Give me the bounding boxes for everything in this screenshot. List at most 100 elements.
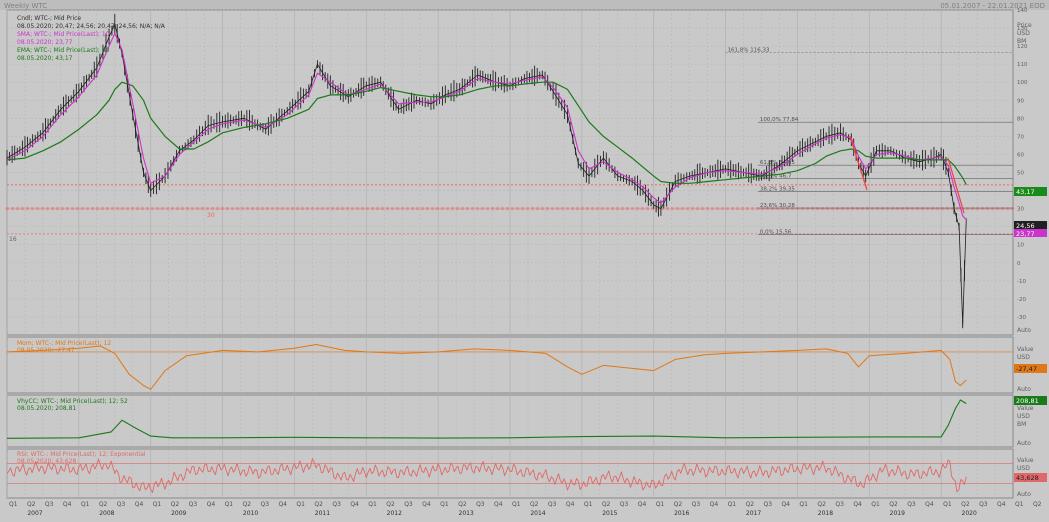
y-tick-label: 80 (1017, 116, 1024, 122)
legend-ema-name: EMA; WTC-; Mid Price(Last); 40 (17, 47, 110, 54)
x-tick-quarter: Q4 (63, 501, 72, 508)
fib-label: 0,0% 15,56 (760, 230, 792, 236)
x-tick-quarter: Q1 (584, 501, 593, 508)
x-tick-quarter: Q4 (278, 501, 287, 508)
main-unit-usd: USD (1017, 30, 1030, 37)
legend-sma-name: SMA; WTC-; Mid Price(Last); 10 (17, 31, 110, 38)
mom-unit-usd: USD (1017, 354, 1030, 361)
x-tick-year: 2019 (890, 510, 905, 517)
ema-badge-text: 43,17 (1016, 188, 1035, 196)
x-tick-quarter: Q4 (135, 501, 144, 508)
x-tick-quarter: Q1 (368, 501, 377, 508)
x-tick-year: 2017 (746, 510, 761, 517)
price-badge-text: 24,56 (1016, 222, 1035, 230)
x-tick-year: 2020 (962, 510, 977, 517)
x-tick-quarter: Q2 (386, 501, 395, 508)
x-tick-quarter: Q3 (404, 501, 413, 508)
x-tick-year: 2016 (674, 510, 689, 517)
fib-label: 23,6% 30,28 (760, 203, 795, 209)
x-tick-year: 2013 (459, 510, 474, 517)
x-tick-quarter: Q4 (997, 501, 1006, 508)
x-tick-year: 2008 (99, 510, 114, 517)
x-tick-quarter: Q4 (710, 501, 719, 508)
x-tick-year: 2018 (818, 510, 833, 517)
title-bar (0, 0, 1049, 10)
legend-ema-value: 08.05.2020; 43,17 (17, 55, 73, 62)
x-tick-year: 2014 (530, 510, 545, 517)
level-16-label: 16 (9, 236, 17, 243)
legend-mom-name: Mom; WTC-; Mid Price(Last); 12 (17, 340, 111, 347)
rsi-auto-label[interactable]: Auto (1017, 491, 1031, 498)
x-tick-quarter: Q3 (476, 501, 485, 508)
mom-auto-label[interactable]: Auto (1017, 386, 1031, 393)
x-tick-quarter: Q1 (1015, 501, 1024, 508)
x-tick-quarter: Q1 (943, 501, 952, 508)
main-unit-bm: BM (1017, 38, 1026, 45)
legend-candle-name: Cndl; WTC-; Mid Price (17, 15, 81, 22)
x-tick-quarter: Q3 (835, 501, 844, 508)
x-tick-quarter: Q2 (602, 501, 611, 508)
x-tick-quarter: Q3 (548, 501, 557, 508)
x-tick-quarter: Q3 (620, 501, 629, 508)
x-tick-quarter: Q2 (99, 501, 108, 508)
x-tick-quarter: Q1 (728, 501, 737, 508)
x-tick-quarter: Q1 (9, 501, 18, 508)
x-tick-quarter: Q1 (871, 501, 880, 508)
vhfcc-unit-usd: USD (1017, 413, 1030, 420)
fib-label: 100,0% 77,84 (760, 117, 799, 123)
y-tick-label: 30 (1017, 207, 1024, 213)
legend-candle-values: 08.05.2020; 20,47; 24,56; 20,47; 24,56; … (17, 23, 166, 30)
x-tick-year: 2009 (171, 510, 186, 517)
x-tick-year: 2007 (27, 510, 42, 517)
x-tick-quarter: Q1 (656, 501, 665, 508)
x-tick-quarter: Q2 (243, 501, 252, 508)
main-unit-price: Price (1017, 22, 1032, 29)
fib-label: 38,2% 39,35 (760, 187, 795, 193)
main-auto-label[interactable]: Auto (1017, 327, 1031, 334)
y-tick-label: -30 (1017, 315, 1026, 321)
y-tick-label: 90 (1017, 98, 1024, 104)
vhfcc-badge-text: 208,81 (1016, 397, 1039, 405)
mom-unit-value: Value (1017, 346, 1034, 353)
x-tick-quarter: Q4 (853, 501, 862, 508)
x-tick-quarter: Q3 (261, 501, 270, 508)
x-tick-quarter: Q4 (781, 501, 790, 508)
x-tick-quarter: Q2 (961, 501, 970, 508)
rsi-unit-usd: USD (1017, 465, 1030, 472)
x-tick-quarter: Q4 (350, 501, 359, 508)
legend-sma-value: 08.05.2020; 23,77 (17, 39, 73, 46)
y-tick-label: 120 (1017, 44, 1028, 50)
x-tick-quarter: Q1 (153, 501, 162, 508)
legend-vhfcc-value: 08.05.2020; 208,81 (17, 405, 76, 412)
date-range: 05.01.2007 - 22.01.2021 EOD (940, 2, 1045, 10)
x-tick-quarter: Q3 (692, 501, 701, 508)
x-tick-quarter: Q2 (314, 501, 323, 508)
x-tick-quarter: Q2 (817, 501, 826, 508)
y-tick-label: 0 (1017, 261, 1021, 267)
x-tick-quarter: Q2 (27, 501, 36, 508)
x-tick-quarter: Q2 (674, 501, 683, 508)
x-tick-quarter: Q4 (566, 501, 575, 508)
y-tick-label: -20 (1017, 297, 1026, 303)
y-tick-label: -10 (1017, 279, 1026, 285)
x-tick-quarter: Q2 (889, 501, 898, 508)
x-tick-quarter: Q3 (332, 501, 341, 508)
x-tick-quarter: Q4 (207, 501, 216, 508)
y-tick-label: 110 (1017, 62, 1028, 68)
x-tick-quarter: Q1 (440, 501, 449, 508)
x-tick-year: 2010 (243, 510, 258, 517)
x-tick-year: 2015 (602, 510, 617, 517)
x-tick-quarter: Q3 (979, 501, 988, 508)
x-tick-quarter: Q3 (117, 501, 126, 508)
mom-badge-text: -27,47 (1016, 365, 1037, 373)
x-tick-quarter: Q2 (530, 501, 539, 508)
y-tick-label: 100 (1017, 80, 1028, 86)
x-tick-quarter: Q1 (81, 501, 90, 508)
x-tick-quarter: Q1 (799, 501, 808, 508)
vhfcc-auto-label[interactable]: Auto (1017, 440, 1031, 447)
legend-mom-value: 08.05.2020; -27,47 (17, 347, 75, 354)
x-tick-quarter: Q1 (296, 501, 305, 508)
y-tick-label: 60 (1017, 152, 1024, 158)
vhfcc-unit-value: Value (1017, 405, 1034, 412)
x-tick-quarter: Q3 (45, 501, 54, 508)
